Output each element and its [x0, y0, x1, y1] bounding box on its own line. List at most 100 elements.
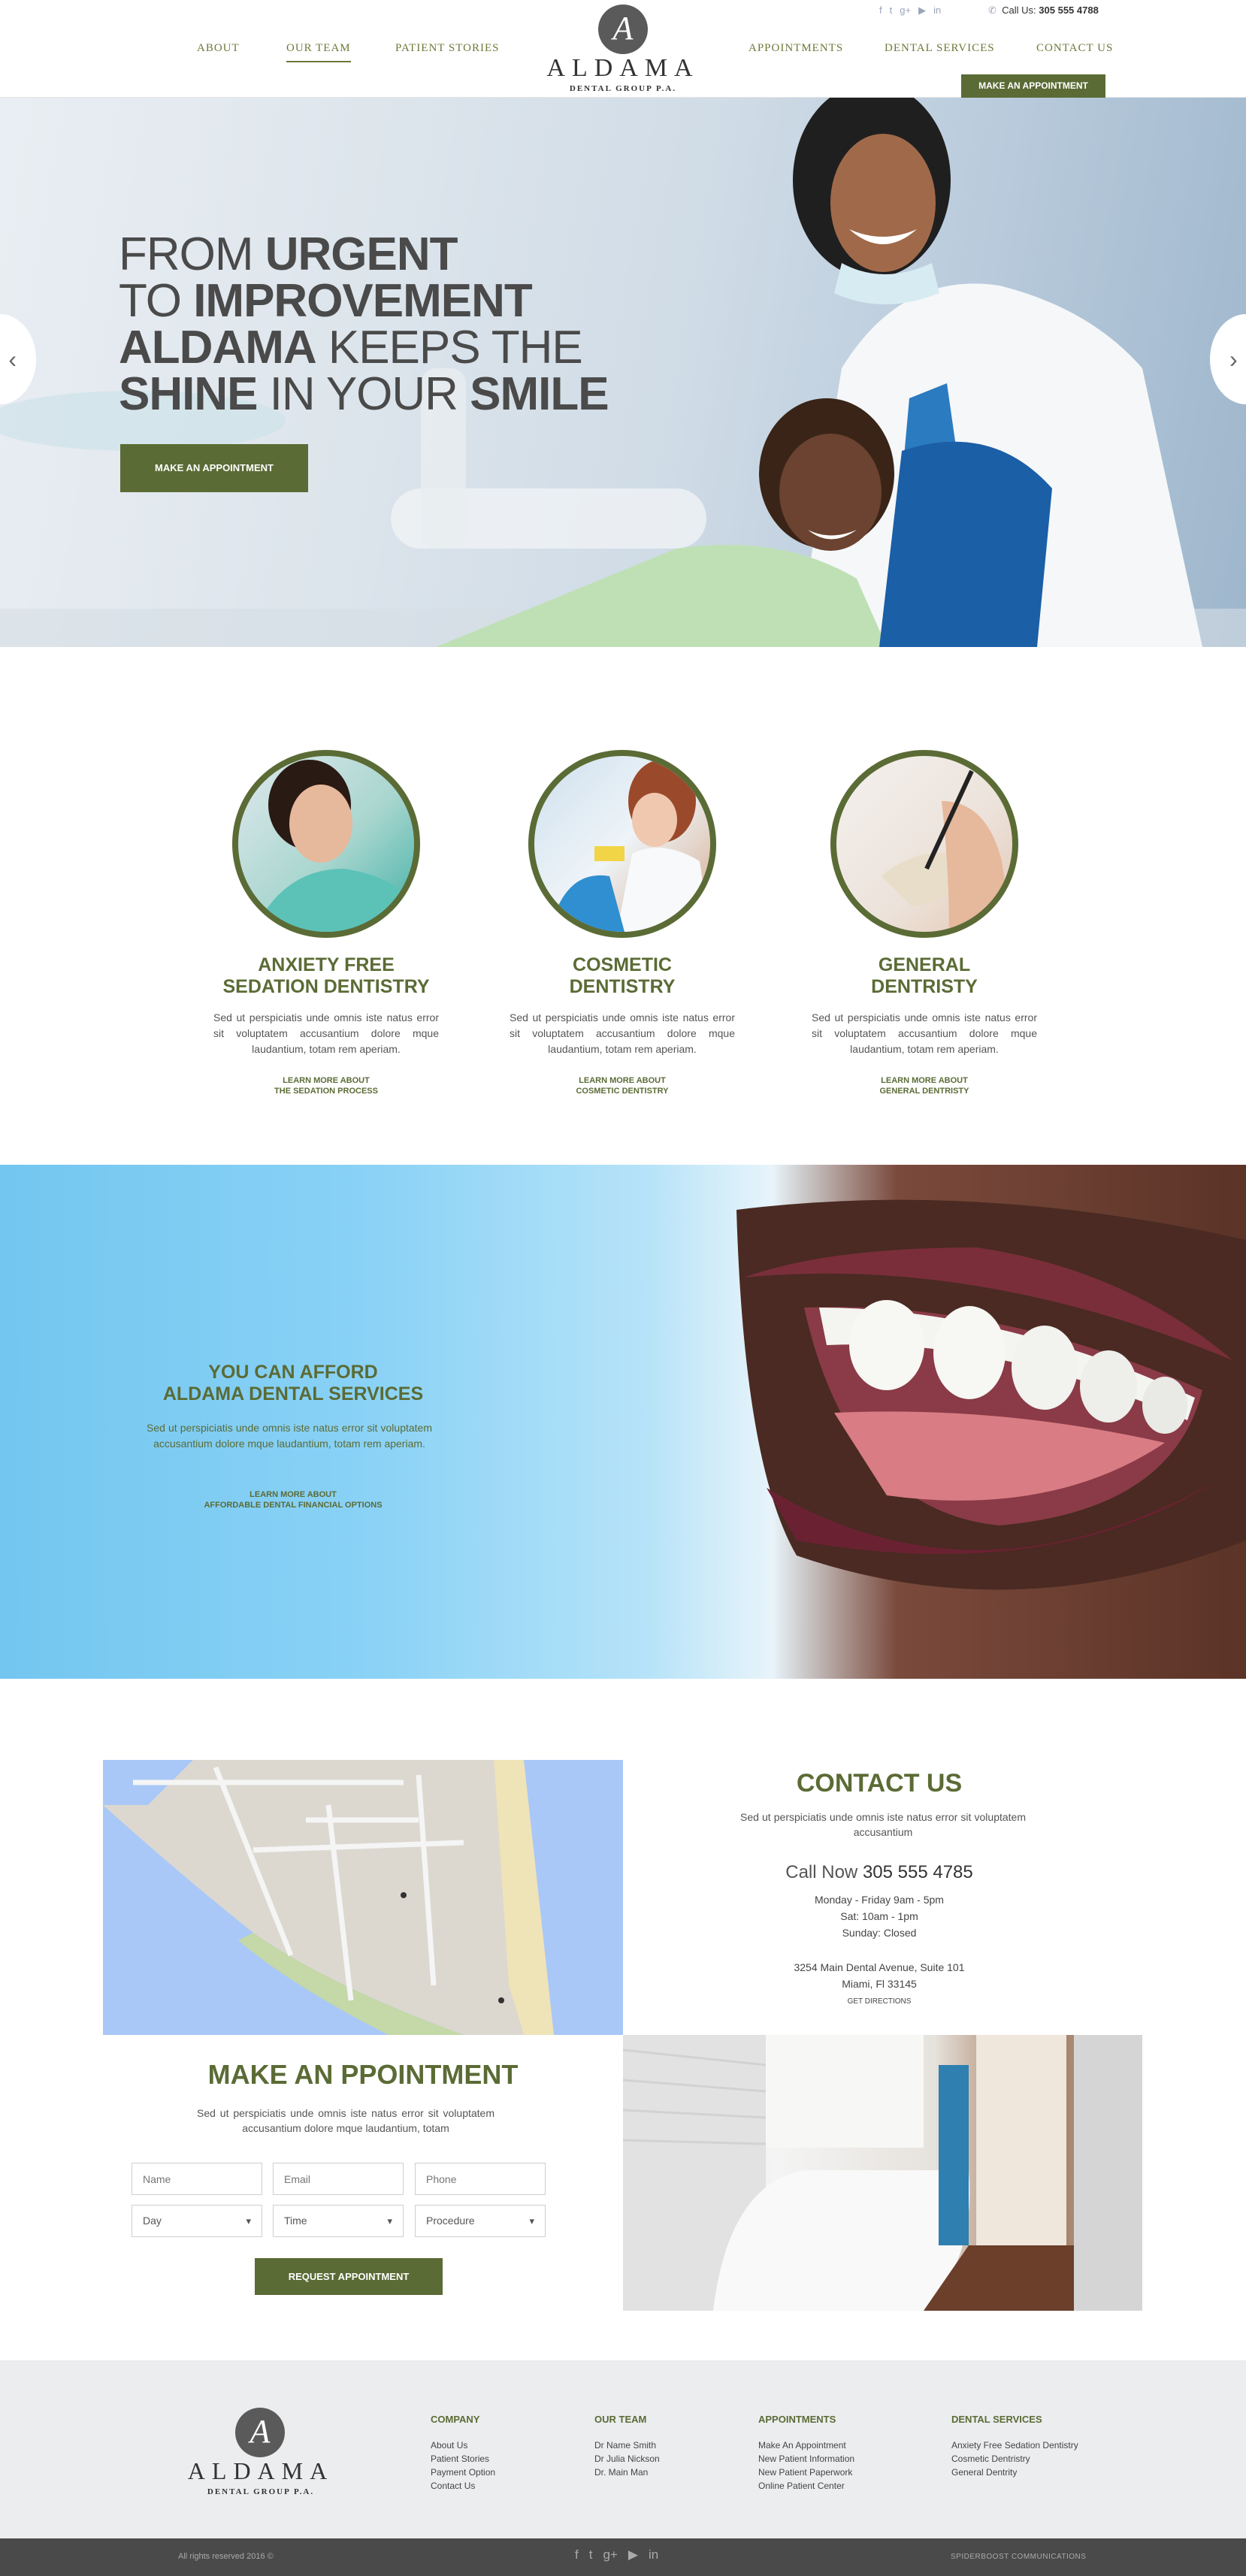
office-photo [623, 2035, 1142, 2311]
facebook-icon[interactable]: f [575, 2547, 579, 2562]
footer-column-team: OUR TEAM Dr Name Smith Dr Julia Nickson … [594, 2414, 660, 2479]
nav-contact-us[interactable]: CONTACT US [1036, 42, 1113, 55]
footer-column-title: DENTAL SERVICES [951, 2414, 1042, 2425]
hero-line3-light: KEEPS THE [316, 322, 583, 373]
footer-column-title: APPOINTMENTS [758, 2414, 836, 2425]
hero-line4-light: IN YOUR [257, 368, 470, 420]
footer-logo-subtitle: DENTAL GROUP P.A. [207, 2487, 315, 2496]
hero-line1-light: FROM [119, 228, 265, 280]
service-description: Sed ut perspiciatis unde omnis iste natu… [510, 1011, 735, 1055]
service-image-cosmetic [528, 750, 716, 938]
header-appointment-button[interactable]: MAKE AN APPOINTMENT [961, 74, 1105, 98]
footer-link[interactable]: General Dentrity [951, 2466, 1078, 2479]
day-select[interactable]: Day ▾ [132, 2205, 262, 2237]
service-card-general: GENERAL DENTRISTY Sed ut perspiciatis und… [804, 750, 1045, 1096]
afford-learn-more-link[interactable]: LEARN MORE ABOUT AFFORDABLE DENTAL FINANC… [143, 1489, 443, 1510]
nav-about[interactable]: ABOUT [197, 42, 240, 55]
header-phone[interactable]: ✆ Call Us: 305 555 4788 [988, 5, 1099, 17]
hours-saturday: Sat: 10am - 1pm [840, 1910, 918, 1922]
footer-link[interactable]: Dr. Main Man [594, 2466, 660, 2479]
footer-link[interactable]: Anxiety Free Sedation Dentistry [951, 2438, 1078, 2452]
chevron-down-icon: ▾ [246, 2215, 251, 2227]
time-select[interactable]: Time ▾ [273, 2205, 404, 2237]
footer-link[interactable]: Cosmetic Dentristry [951, 2452, 1078, 2466]
site-credit[interactable]: SPIDERBOOST COMMUNICATIONS [951, 2553, 1086, 2561]
contact-phone[interactable]: Call Now 305 555 4785 [676, 1862, 1082, 1883]
cosmetic-photo [549, 760, 710, 932]
footer-column-appointments: APPOINTMENTS Make An Appointment New Pat… [758, 2414, 854, 2493]
map-graphic [103, 1760, 623, 2035]
chevron-down-icon: ▾ [529, 2215, 534, 2227]
service-learn-more-link[interactable]: LEARN MORE ABOUT GENERAL DENTRISTY [804, 1075, 1045, 1096]
location-map[interactable] [103, 1760, 623, 2035]
afford-title-line2: ALDAMA DENTAL SERVICES [162, 1383, 424, 1404]
phone-icon: ✆ [988, 5, 996, 16]
hero-line2-light: TO [119, 275, 194, 327]
link-line2: THE SEDATION PROCESS [274, 1087, 378, 1096]
request-appointment-button[interactable]: REQUEST APPOINTMENT [255, 2258, 443, 2295]
footer-link[interactable]: New Patient Information [758, 2452, 854, 2466]
service-card-cosmetic: COSMETIC DENTISTRY Sed ut perspiciatis un… [502, 750, 742, 1096]
hero-line4-bold: SHINE [119, 368, 258, 420]
sedation-photo [253, 760, 414, 932]
afford-banner: YOU CAN AFFORD ALDAMA DENTAL SERVICES Sed… [0, 1165, 1246, 1679]
footer-link[interactable]: Make An Appointment [758, 2438, 854, 2452]
contact-phone-number[interactable]: 305 555 4785 [863, 1862, 973, 1882]
service-title: GENERAL DENTRISTY [804, 954, 1045, 998]
chevron-down-icon: ▾ [387, 2215, 392, 2227]
service-title-line1: COSMETIC [573, 954, 672, 975]
google-plus-icon[interactable]: g+ [603, 2547, 617, 2562]
service-image-general [830, 750, 1018, 938]
footer-logo-name[interactable]: ALDAMA [164, 2457, 358, 2485]
footer-logo-icon[interactable]: A [235, 2408, 285, 2457]
office-graphic [623, 2035, 1142, 2311]
name-input[interactable] [132, 2163, 262, 2195]
linkedin-icon[interactable]: in [649, 2547, 658, 2562]
logo-icon[interactable]: A [598, 5, 648, 54]
link-line2: GENERAL DENTRISTY [879, 1087, 969, 1096]
hero-appointment-button[interactable]: MAKE AN APPOINTMENT [120, 444, 308, 492]
service-card-sedation: ANXIETY FREE SEDATION DENTISTRY Sed ut pe… [206, 750, 446, 1096]
twitter-icon[interactable]: t [589, 2547, 593, 2562]
link-line1: LEARN MORE ABOUT [881, 1076, 968, 1085]
nav-appointments[interactable]: APPOINTMENTS [749, 42, 843, 55]
footer-link[interactable]: About Us [431, 2438, 495, 2452]
nav-patient-stories[interactable]: PATIENT STORIES [395, 42, 500, 55]
nav-dental-services[interactable]: DENTAL SERVICES [885, 42, 995, 55]
hero-line4-bold2: SMILE [470, 368, 609, 420]
service-title-line2: DENTISTRY [569, 976, 676, 997]
appointment-title: MAKE AN PPOINTMENT [207, 2059, 519, 2090]
link-line1: LEARN MORE ABOUT [250, 1490, 337, 1499]
site-header: ABOUT OUR TEAM PATIENT STORIES APPOINTME… [0, 0, 1246, 98]
service-learn-more-link[interactable]: LEARN MORE ABOUT THE SEDATION PROCESS [206, 1075, 446, 1096]
appointment-description: Sed ut perspiciatis unde omnis iste natu… [197, 2107, 494, 2134]
footer-link[interactable]: Payment Option [431, 2466, 495, 2479]
footer-link[interactable]: Dr Julia Nickson [594, 2452, 660, 2466]
link-line2: COSMETIC DENTISTRY [576, 1087, 669, 1096]
get-directions-link[interactable]: GET DIRECTIONS [676, 1997, 1082, 2006]
twitter-icon[interactable]: t [890, 5, 893, 17]
service-learn-more-link[interactable]: LEARN MORE ABOUT COSMETIC DENTISTRY [502, 1075, 742, 1096]
afford-title: YOU CAN AFFORD ALDAMA DENTAL SERVICES [143, 1362, 443, 1405]
hours-weekdays: Monday - Friday 9am - 5pm [815, 1894, 944, 1906]
header-phone-number[interactable]: 305 555 4788 [1039, 5, 1099, 16]
afford-title-line1: YOU CAN AFFORD [208, 1362, 378, 1383]
footer-link[interactable]: Contact Us [431, 2479, 495, 2493]
procedure-select[interactable]: Procedure ▾ [415, 2205, 546, 2237]
logo-name[interactable]: ALDAMA [526, 54, 720, 83]
footer-link[interactable]: New Patient Paperwork [758, 2466, 854, 2479]
email-input[interactable] [273, 2163, 404, 2195]
footer-link[interactable]: Patient Stories [431, 2452, 495, 2466]
logo-subtitle: DENTAL GROUP P.A. [569, 84, 677, 93]
service-description: Sed ut perspiciatis unde omnis iste natu… [213, 1011, 439, 1055]
link-line2: AFFORDABLE DENTAL FINANCIAL OPTIONS [204, 1501, 383, 1510]
linkedin-icon[interactable]: in [933, 5, 941, 17]
nav-our-team[interactable]: OUR TEAM [286, 42, 351, 62]
footer-link[interactable]: Online Patient Center [758, 2479, 854, 2493]
facebook-icon[interactable]: f [879, 5, 882, 17]
phone-input[interactable] [415, 2163, 546, 2195]
youtube-icon[interactable]: ▶ [628, 2547, 638, 2562]
youtube-icon[interactable]: ▶ [918, 5, 926, 17]
google-plus-icon[interactable]: g+ [900, 5, 911, 17]
footer-link[interactable]: Dr Name Smith [594, 2438, 660, 2452]
